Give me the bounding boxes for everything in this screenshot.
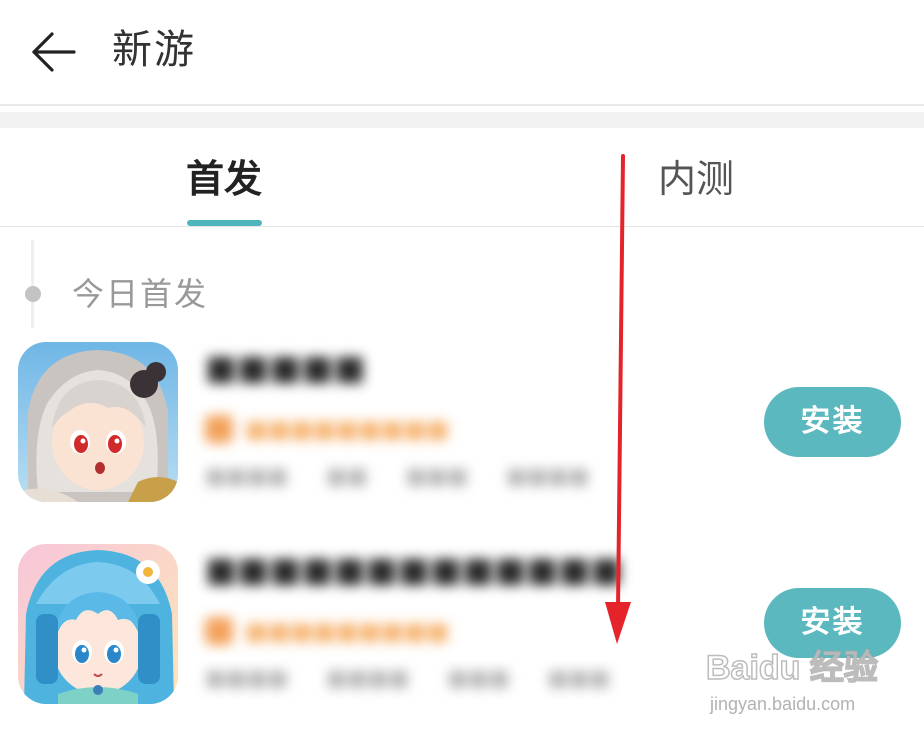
meta-item: ■■■■ bbox=[205, 666, 289, 691]
meta-item: ■■■■ bbox=[205, 464, 289, 489]
game-info-blurred: ■■■■■■■■■■■■■ ■■■■■■■■■ ■■■■ ■■■■ ■■■ ■■… bbox=[205, 542, 725, 712]
tagline-text: ■■■■■■■■■ bbox=[245, 415, 450, 443]
tab-bar: 首发 内测 bbox=[0, 128, 924, 226]
meta-item: ■■■ bbox=[547, 666, 611, 691]
new-games-page: 新游 首发 内测 今日首发 ■■■■■ ■■■■■■■■■ ■■■■ ■■ ■■… bbox=[0, 0, 924, 738]
timeline-dot bbox=[25, 286, 41, 302]
meta-item: ■■ bbox=[326, 464, 368, 489]
tab-first-release[interactable]: 首发 bbox=[186, 152, 262, 206]
game-info-blurred: ■■■■■ ■■■■■■■■■ ■■■■ ■■ ■■■ ■■■■ bbox=[205, 340, 725, 510]
meta-item: ■■■ bbox=[405, 464, 469, 489]
game-tagline: ■■■■■■■■■ bbox=[205, 412, 449, 446]
section-title: 今日首发 bbox=[72, 275, 209, 313]
blue-hair-girl-icon bbox=[18, 544, 178, 704]
arrow-left-icon bbox=[32, 32, 76, 72]
tag-icon bbox=[205, 415, 233, 443]
watermark-sub: jingyan.baidu.com bbox=[710, 694, 856, 714]
tag-icon bbox=[205, 617, 233, 645]
tab-beta-test[interactable]: 内测 bbox=[658, 152, 734, 206]
game-icon[interactable] bbox=[18, 342, 178, 502]
game-meta: ■■■■ ■■ ■■■ ■■■■ bbox=[205, 464, 589, 489]
baidu-watermark: Baidu 经验 jingyan.baidu.com bbox=[705, 640, 896, 724]
tabs-divider bbox=[0, 226, 924, 227]
page-title: 新游 bbox=[112, 27, 196, 73]
section-gap bbox=[0, 112, 924, 128]
app-header: 新游 bbox=[0, 0, 924, 104]
silver-hair-girl-icon bbox=[18, 342, 178, 502]
game-icon[interactable] bbox=[18, 544, 178, 704]
back-button[interactable] bbox=[28, 26, 80, 78]
header-divider bbox=[0, 104, 924, 106]
game-tagline: ■■■■■■■■■ bbox=[205, 614, 449, 648]
install-button[interactable]: 安装 bbox=[764, 387, 901, 457]
meta-item: ■■■■ bbox=[506, 464, 590, 489]
watermark-main: Baidu 经验 bbox=[705, 648, 878, 688]
tagline-text: ■■■■■■■■■ bbox=[245, 617, 450, 645]
game-list-item[interactable]: ■■■■■ ■■■■■■■■■ ■■■■ ■■ ■■■ ■■■■ 安装 bbox=[0, 340, 924, 510]
timeline-line bbox=[31, 240, 34, 328]
game-name: ■■■■■■■■■■■■■ bbox=[205, 550, 623, 590]
meta-item: ■■■■ bbox=[326, 666, 410, 691]
annotation-arrow-icon bbox=[605, 154, 631, 644]
game-name: ■■■■■ bbox=[205, 348, 366, 388]
game-meta: ■■■■ ■■■■ ■■■ ■■■ bbox=[205, 666, 610, 691]
meta-item: ■■■ bbox=[447, 666, 510, 691]
